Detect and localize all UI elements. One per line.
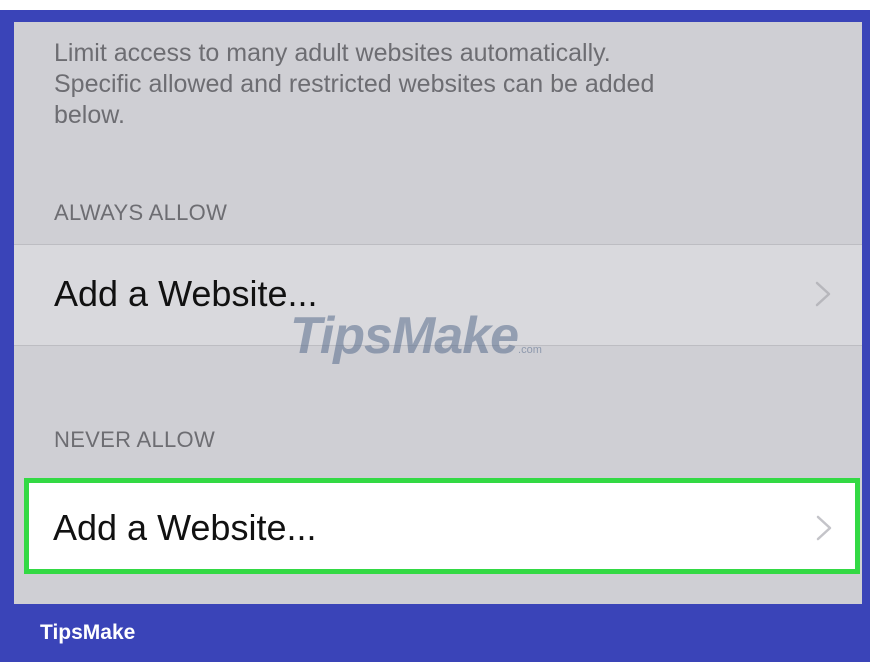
watermark-text: TipsMake xyxy=(290,307,519,365)
always-allow-add-website-label: Add a Website... xyxy=(54,273,318,314)
footer-brand: TipsMake xyxy=(40,621,136,644)
always-allow-header: ALWAYS ALLOW xyxy=(54,200,228,225)
frame-border-left xyxy=(0,10,14,662)
never-allow-add-website-row[interactable]: Add a Website... xyxy=(24,478,860,574)
frame-border-right xyxy=(862,10,870,662)
chevron-right-icon xyxy=(815,281,831,307)
limit-adult-websites-description: Limit access to many adult websites auto… xyxy=(54,39,655,129)
frame-border-top xyxy=(0,10,870,22)
tipsmake-watermark: TipsMake.com xyxy=(290,306,542,366)
never-allow-header: NEVER ALLOW xyxy=(54,427,216,452)
watermark-suffix: .com xyxy=(518,344,542,356)
footer-bar: TipsMake xyxy=(0,604,870,662)
never-allow-add-website-label: Add a Website... xyxy=(53,507,317,548)
tutorial-frame: Limit access to many adult websites auto… xyxy=(0,0,870,662)
chevron-right-icon xyxy=(816,515,832,541)
